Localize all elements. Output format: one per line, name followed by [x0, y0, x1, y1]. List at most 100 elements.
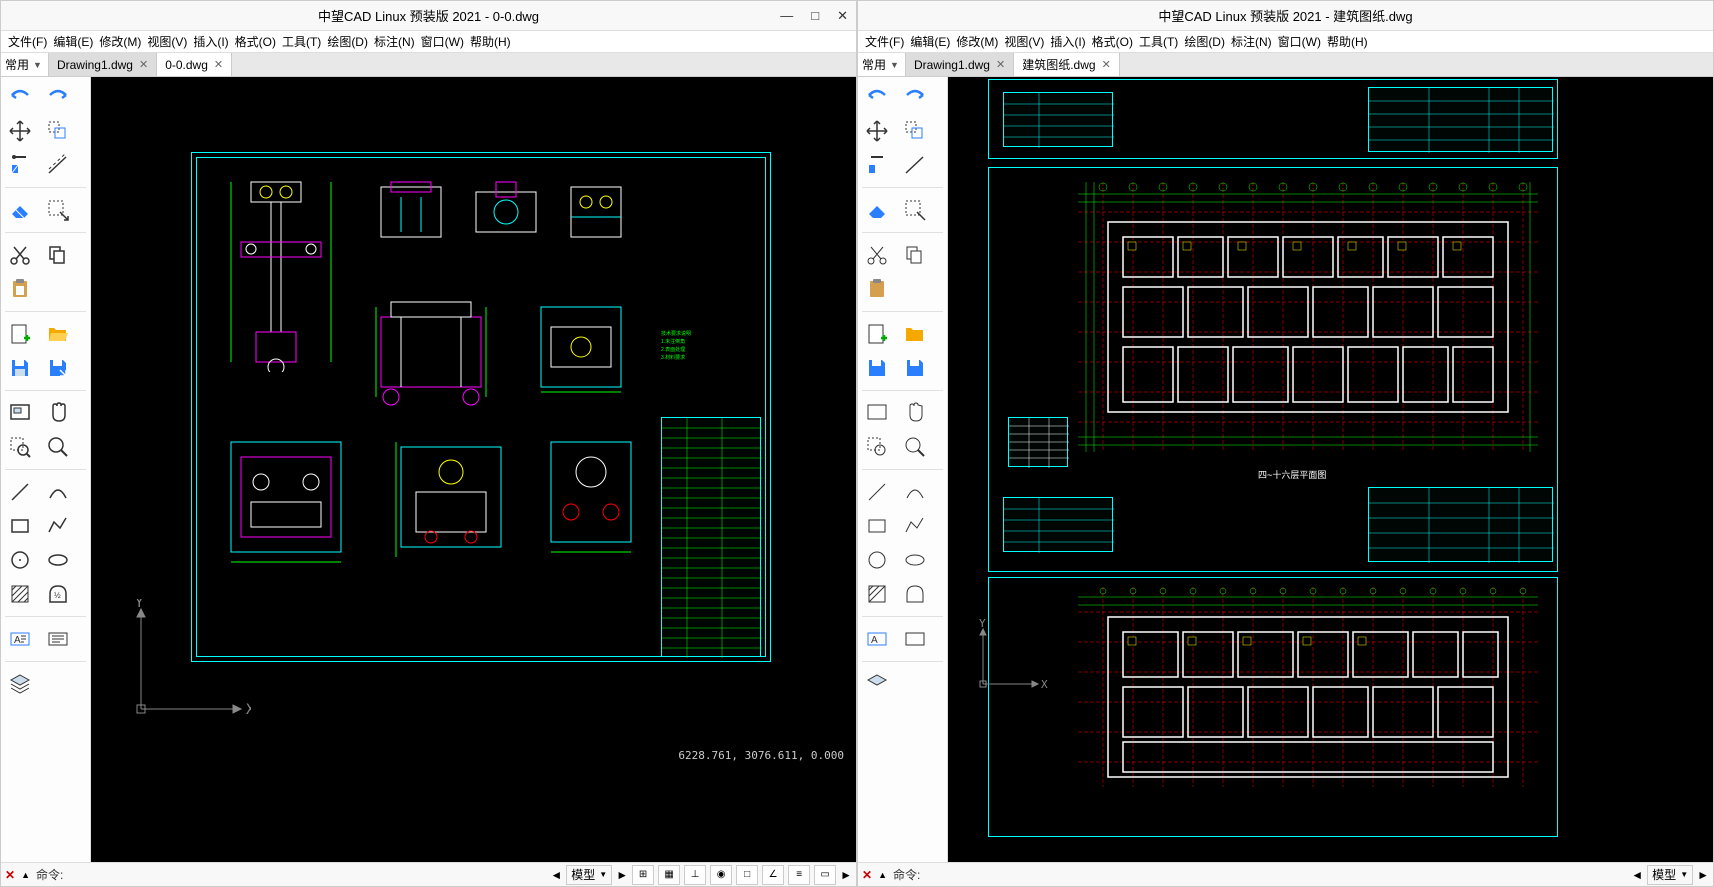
redo-icon[interactable]: [900, 83, 930, 111]
menu-window[interactable]: 窗口(W): [1275, 33, 1324, 50]
menu-window[interactable]: 窗口(W): [418, 33, 467, 50]
close-icon[interactable]: ✕: [214, 58, 223, 71]
menu-edit[interactable]: 编辑(E): [907, 33, 953, 50]
otrack-icon[interactable]: ∠: [762, 865, 784, 885]
lineweight-icon[interactable]: ≡: [788, 865, 810, 885]
saveas-icon[interactable]: [900, 354, 930, 382]
open-icon[interactable]: [43, 320, 73, 348]
menu-file[interactable]: 文件(F): [862, 33, 907, 50]
polyline-icon[interactable]: [900, 512, 930, 540]
zoom-region-icon[interactable]: [5, 433, 35, 461]
paste-icon[interactable]: [5, 275, 35, 303]
pan-icon[interactable]: [900, 399, 930, 427]
menu-insert[interactable]: 插入(I): [1047, 33, 1088, 50]
drawing-canvas[interactable]: 四~十六层平面图: [948, 77, 1713, 862]
redo-icon[interactable]: [43, 83, 73, 111]
hatch-icon[interactable]: [862, 580, 892, 608]
ellipse-icon[interactable]: [43, 546, 73, 574]
save-icon[interactable]: [5, 354, 35, 382]
menu-draw[interactable]: 绘图(D): [1181, 33, 1228, 50]
close-icon[interactable]: ✕: [996, 58, 1005, 71]
menu-view[interactable]: 视图(V): [144, 33, 190, 50]
menu-dimension[interactable]: 标注(N): [371, 33, 418, 50]
save-icon[interactable]: [862, 354, 892, 382]
new-icon[interactable]: [5, 320, 35, 348]
text-icon[interactable]: A: [5, 625, 35, 653]
ortho-icon[interactable]: ⊥: [684, 865, 706, 885]
titlebar[interactable]: 中望CAD Linux 预装版 2021 - 建筑图纸.dwg: [858, 1, 1713, 31]
close-command-icon[interactable]: ✕: [862, 868, 872, 882]
layers-icon[interactable]: [5, 670, 35, 698]
line-icon[interactable]: [862, 478, 892, 506]
menu-dimension[interactable]: 标注(N): [1228, 33, 1275, 50]
line-icon[interactable]: [5, 478, 35, 506]
open-icon[interactable]: [900, 320, 930, 348]
chevron-right-icon[interactable]: ►: [1697, 868, 1709, 882]
match-prop-icon[interactable]: [862, 151, 892, 179]
ribbon-tab[interactable]: 常用 ▼: [1, 53, 49, 76]
mtext-icon[interactable]: [43, 625, 73, 653]
rect-icon[interactable]: [5, 512, 35, 540]
copy-selection-icon[interactable]: [43, 117, 73, 145]
undo-icon[interactable]: [5, 83, 35, 111]
erase-icon[interactable]: [862, 196, 892, 224]
zoom-icon[interactable]: [900, 433, 930, 461]
chevron-up-icon[interactable]: ▲: [21, 870, 30, 880]
arc-icon[interactable]: [43, 478, 73, 506]
chevron-right-icon[interactable]: ►: [840, 868, 852, 882]
grid-icon[interactable]: ⊞: [632, 865, 654, 885]
doc-tab-0-0[interactable]: 0-0.dwg ✕: [157, 53, 232, 76]
chevron-right-icon[interactable]: ►: [616, 868, 628, 882]
zoom-icon[interactable]: [43, 433, 73, 461]
menu-file[interactable]: 文件(F): [5, 33, 50, 50]
zoom-window-icon[interactable]: [5, 399, 35, 427]
close-icon[interactable]: ✕: [139, 58, 148, 71]
close-button[interactable]: ✕: [837, 8, 848, 24]
menu-tools[interactable]: 工具(T): [1136, 33, 1181, 50]
select-icon[interactable]: [900, 196, 930, 224]
minimize-button[interactable]: —: [780, 8, 793, 24]
saveas-icon[interactable]: [43, 354, 73, 382]
erase-icon[interactable]: [5, 196, 35, 224]
match-prop-icon[interactable]: [5, 151, 35, 179]
zoom-region-icon[interactable]: [862, 433, 892, 461]
command-input[interactable]: [69, 867, 269, 882]
select-icon[interactable]: [43, 196, 73, 224]
arc-icon[interactable]: [900, 478, 930, 506]
menu-modify[interactable]: 修改(M): [96, 33, 144, 50]
osnap-icon[interactable]: □: [736, 865, 758, 885]
menu-insert[interactable]: 插入(I): [190, 33, 231, 50]
menu-draw[interactable]: 绘图(D): [324, 33, 371, 50]
text-icon[interactable]: A: [862, 625, 892, 653]
construct-line-icon[interactable]: [43, 151, 73, 179]
chevron-left-icon[interactable]: ◄: [1631, 868, 1643, 882]
cut-icon[interactable]: [5, 241, 35, 269]
undo-icon[interactable]: [862, 83, 892, 111]
doc-tab-architecture[interactable]: 建筑图纸.dwg ✕: [1014, 53, 1120, 76]
move-icon[interactable]: [5, 117, 35, 145]
close-command-icon[interactable]: ✕: [5, 868, 15, 882]
maximize-button[interactable]: □: [811, 8, 819, 24]
polar-icon[interactable]: ◉: [710, 865, 732, 885]
menu-view[interactable]: 视图(V): [1001, 33, 1047, 50]
close-icon[interactable]: ✕: [1102, 58, 1111, 71]
menu-edit[interactable]: 编辑(E): [50, 33, 96, 50]
menu-tools[interactable]: 工具(T): [279, 33, 324, 50]
titlebar[interactable]: 中望CAD Linux 预装版 2021 - 0-0.dwg — □ ✕: [1, 1, 856, 31]
snap-icon[interactable]: ▦: [658, 865, 680, 885]
circle-icon[interactable]: [5, 546, 35, 574]
ellipse-icon[interactable]: [900, 546, 930, 574]
hatch-icon[interactable]: [5, 580, 35, 608]
zoom-window-icon[interactable]: [862, 399, 892, 427]
drawing-canvas[interactable]: 技术要求说明1.未注倒角2.表面处理3.材料要求: [91, 77, 856, 862]
menu-modify[interactable]: 修改(M): [953, 33, 1001, 50]
construct-line-icon[interactable]: [900, 151, 930, 179]
copy-icon[interactable]: [43, 241, 73, 269]
copy-icon[interactable]: [900, 241, 930, 269]
menu-help[interactable]: 帮助(H): [467, 33, 514, 50]
region-icon[interactable]: ½: [43, 580, 73, 608]
menu-format[interactable]: 格式(O): [1089, 33, 1136, 50]
menu-help[interactable]: 帮助(H): [1324, 33, 1371, 50]
move-icon[interactable]: [862, 117, 892, 145]
rect-icon[interactable]: [862, 512, 892, 540]
